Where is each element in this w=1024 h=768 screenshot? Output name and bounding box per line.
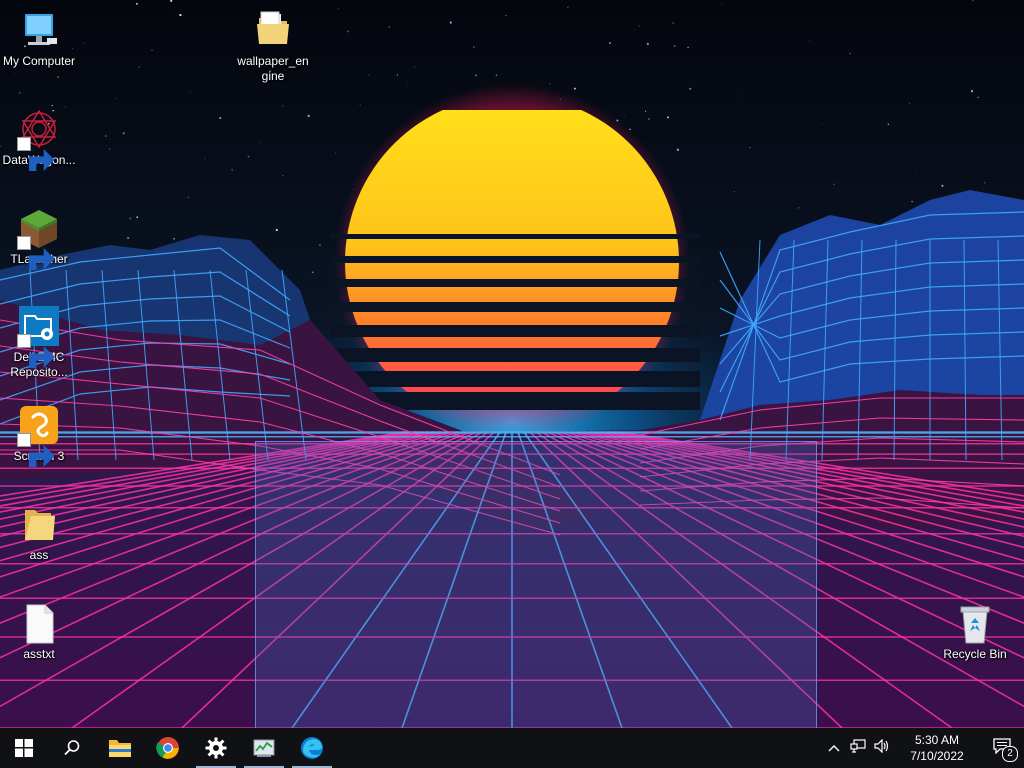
volume-button[interactable] [870, 728, 894, 768]
desktop-icon-label: ass [29, 548, 49, 562]
shortcut-arrow-icon [17, 433, 55, 467]
desktop-icon-label: My Computer [2, 54, 76, 68]
action-center-button[interactable]: 2 [980, 728, 1024, 768]
taskbar-edge[interactable] [288, 728, 336, 768]
chevron-up-icon [828, 739, 840, 757]
clock-time: 5:30 AM [914, 733, 960, 747]
desktop-icon-my-computer[interactable]: My Computer [0, 8, 78, 69]
clock[interactable]: 5:30 AM 7/10/2022 [894, 732, 980, 764]
edge-icon [300, 736, 324, 760]
taskbar: 5:30 AM 7/10/2022 2 [0, 728, 1024, 768]
desktop-icon-wallpaper-engine[interactable]: wallpaper_en gine [234, 8, 312, 84]
text-file-icon [17, 601, 61, 645]
desktop-icon-scratch[interactable]: Scratch 3 [0, 403, 78, 467]
taskbar-task-manager[interactable] [240, 728, 288, 768]
windows-start-icon [15, 739, 33, 757]
system-tray: 5:30 AM 7/10/2022 2 [822, 728, 1024, 768]
desktop-icon-datawagon[interactable]: DataWagon... [0, 107, 78, 171]
network-button[interactable] [846, 728, 870, 768]
network-icon [850, 738, 866, 758]
minecraft-grass-block-icon [17, 206, 61, 270]
taskbar-settings[interactable] [192, 728, 240, 768]
desktop-icon-label: wallpaper_en gine [237, 54, 309, 83]
volume-icon [874, 738, 890, 758]
taskbar-file-explorer[interactable] [96, 728, 144, 768]
notification-count-badge: 2 [1002, 746, 1018, 762]
shortcut-arrow-icon [17, 334, 55, 368]
task-manager-icon [252, 737, 276, 759]
recycle-bin-icon [953, 601, 997, 645]
folder-gear-icon [17, 304, 61, 368]
start-button[interactable] [0, 728, 48, 768]
search-button[interactable] [48, 728, 96, 768]
chrome-icon [156, 736, 180, 760]
shortcut-arrow-icon [17, 137, 55, 171]
show-hidden-icons-button[interactable] [822, 728, 846, 768]
desktop-icon-dell-emc[interactable]: Dell EMC Reposito... [0, 304, 78, 380]
computer-icon [17, 8, 61, 52]
scratch-icon [17, 403, 61, 467]
taskbar-chrome[interactable] [144, 728, 192, 768]
settings-gear-icon [205, 737, 227, 759]
desktop-selection-rectangle [255, 441, 817, 730]
shortcut-arrow-icon [17, 236, 55, 270]
datawagon-icon [17, 107, 61, 171]
desktop-icon-asstxt[interactable]: asstxt [0, 601, 78, 662]
folder-icon [17, 502, 61, 546]
desktop-icon-tlauncher[interactable]: TLauncher [0, 206, 78, 270]
clock-date: 7/10/2022 [910, 749, 964, 763]
desktop-icon-label: Recycle Bin [943, 647, 1007, 661]
file-explorer-icon [108, 737, 132, 759]
desktop-icon-recycle-bin[interactable]: Recycle Bin [936, 601, 1014, 662]
folder-icon [251, 8, 295, 52]
desktop-icon-ass-folder[interactable]: ass [0, 502, 78, 563]
search-icon [63, 739, 81, 757]
desktop-icon-label: asstxt [23, 647, 55, 661]
